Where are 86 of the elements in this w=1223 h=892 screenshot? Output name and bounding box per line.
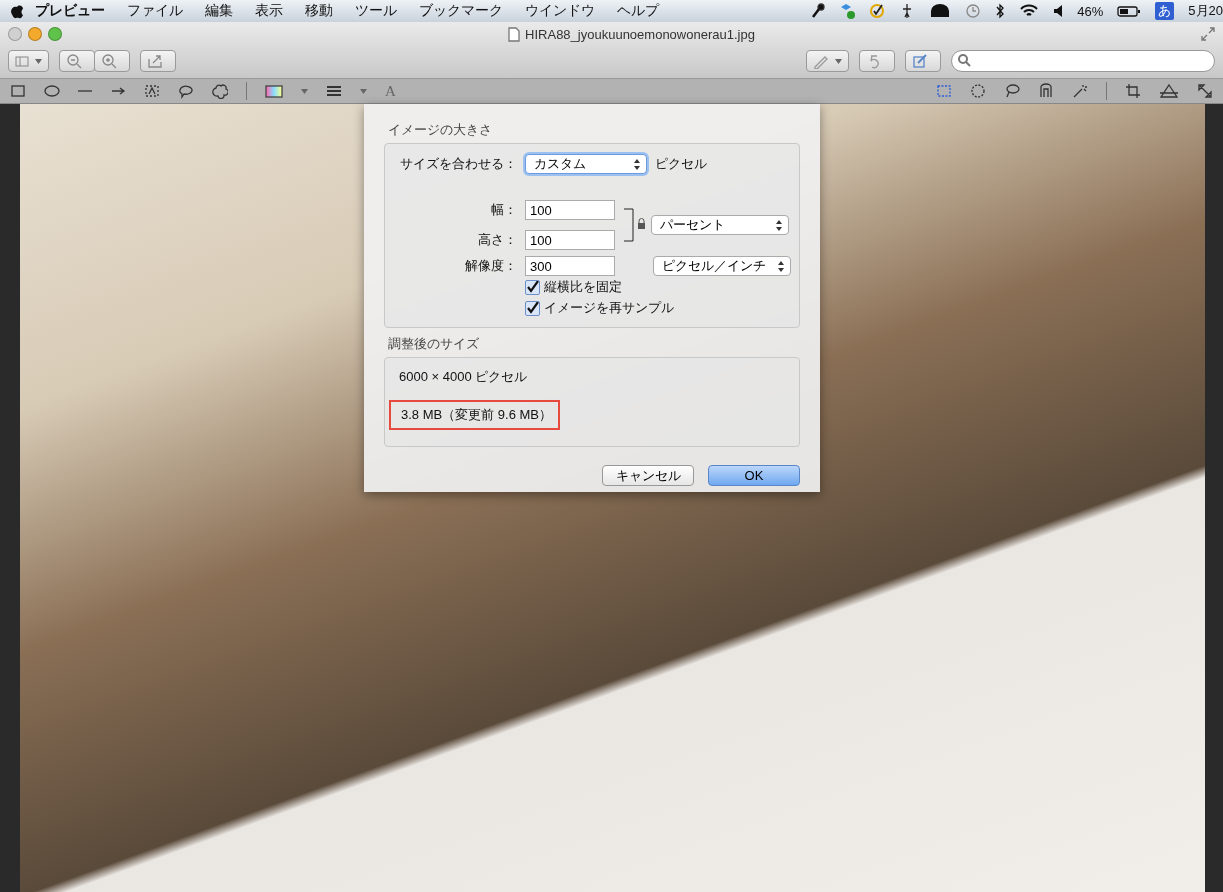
apple-icon: [10, 3, 24, 19]
file-size-text: 3.8 MB（変更前 9.6 MB）: [389, 400, 560, 430]
speaker-icon: [1053, 3, 1064, 19]
checkbox[interactable]: [525, 300, 540, 316]
cancel-button[interactable]: キャンセル: [602, 465, 694, 486]
share-button[interactable]: [140, 50, 176, 72]
menu-item[interactable]: 編集: [194, 2, 244, 20]
caret-icon: [301, 88, 308, 94]
field-label: 解像度：: [464, 257, 517, 275]
rectangle-tool-icon: [10, 83, 26, 99]
zoom-in-icon: [101, 53, 117, 69]
field-label: サイズを合わせる：: [399, 155, 517, 173]
link-bracket-icon: [623, 208, 645, 242]
menu-app-name[interactable]: プレビュー: [24, 2, 116, 20]
unit-label: ピクセル: [655, 155, 707, 173]
field-label: 高さ：: [477, 231, 517, 249]
color-swatch-icon: [265, 83, 283, 99]
zoom-out-icon: [66, 53, 82, 69]
lasso-icon: [1004, 83, 1020, 99]
unit-dropdown[interactable]: パーセント: [651, 215, 789, 235]
number-field[interactable]: 300: [525, 256, 615, 276]
section-title: イメージの大きさ: [388, 122, 493, 139]
edit-toolbar-button[interactable]: [905, 50, 941, 72]
caret-icon: [835, 58, 842, 64]
close-button[interactable]: [8, 27, 22, 41]
resize-icon: [1197, 83, 1213, 99]
menu-item[interactable]: ヘルプ: [606, 2, 670, 20]
caret-icon: [35, 58, 42, 64]
annotate-button[interactable]: [806, 50, 849, 72]
dome-icon: [929, 3, 952, 19]
file-icon: [508, 26, 521, 42]
checkbox[interactable]: [525, 279, 540, 295]
menu-item[interactable]: ツール: [344, 2, 408, 20]
box-check-icon: [839, 3, 856, 19]
stepper-arrows-icon: [776, 219, 782, 231]
search-field[interactable]: [951, 50, 1215, 72]
section-title: 調整後のサイズ: [388, 336, 480, 353]
speech-bubble-tool-icon: [178, 83, 194, 99]
oval-tool-icon: [44, 83, 60, 99]
prism-icon: [1159, 83, 1179, 99]
crop-icon: [1125, 83, 1141, 99]
fit-dropdown[interactable]: カスタム: [525, 154, 647, 174]
stepper-arrows-icon: [634, 158, 640, 170]
zoom-in-button[interactable]: [94, 50, 130, 72]
window-title: HIRA88_jyoukuunoemonowonerau1.jpg: [525, 26, 755, 42]
number-field[interactable]: 100: [525, 230, 615, 250]
minimize-button[interactable]: [28, 27, 42, 41]
menu-clock: 5月20: [1188, 2, 1223, 20]
sidebar-view-button[interactable]: [8, 50, 49, 72]
resolution-unit-dropdown[interactable]: ピクセル／インチ: [653, 256, 791, 276]
field-label: 幅：: [490, 201, 517, 219]
checkbox-label: 縦横比を固定: [544, 278, 622, 296]
line-tool-icon: [78, 90, 92, 92]
stepper-arrows-icon: [778, 260, 784, 272]
menu-item[interactable]: 移動: [294, 2, 344, 20]
dimensions-text: 6000 × 4000 ピクセル: [398, 368, 529, 386]
rotate-button[interactable]: [859, 50, 895, 72]
text-box-tool-icon: [144, 83, 160, 99]
zoom-button[interactable]: [48, 27, 62, 41]
magic-wand-icon: [1072, 83, 1088, 99]
bluetooth-icon: [995, 3, 1006, 19]
caret-icon: [360, 88, 367, 94]
wifi-icon: [1019, 3, 1040, 19]
menu-item[interactable]: ウインドウ: [514, 2, 606, 20]
battery-icon: [1117, 3, 1142, 19]
clock-icon: [965, 3, 982, 19]
battery-percent: 46%: [1077, 3, 1104, 19]
fullscreen-icon: [1201, 27, 1215, 41]
line-weight-icon: [326, 83, 342, 99]
input-method-indicator[interactable]: あ: [1155, 2, 1175, 20]
checkbox-label: イメージを再サンプル: [544, 299, 674, 317]
sidebar-icon: [15, 55, 29, 67]
cloud-tool-icon: [212, 83, 228, 99]
rectangle-select-icon: [936, 83, 952, 99]
menu-item[interactable]: 表示: [244, 2, 294, 20]
pencil-box-icon: [912, 53, 928, 69]
menu-item[interactable]: ファイル: [116, 2, 194, 20]
share-icon: [147, 53, 163, 69]
zoom-out-button[interactable]: [59, 50, 95, 72]
ok-button[interactable]: OK: [708, 465, 800, 486]
menu-item[interactable]: ブックマーク: [408, 2, 514, 20]
key-icon: [811, 3, 826, 19]
ellipse-select-icon: [970, 83, 986, 99]
number-field[interactable]: 100: [525, 200, 615, 220]
check-circle-icon: [869, 3, 886, 19]
smart-lasso-icon: [1038, 83, 1054, 99]
